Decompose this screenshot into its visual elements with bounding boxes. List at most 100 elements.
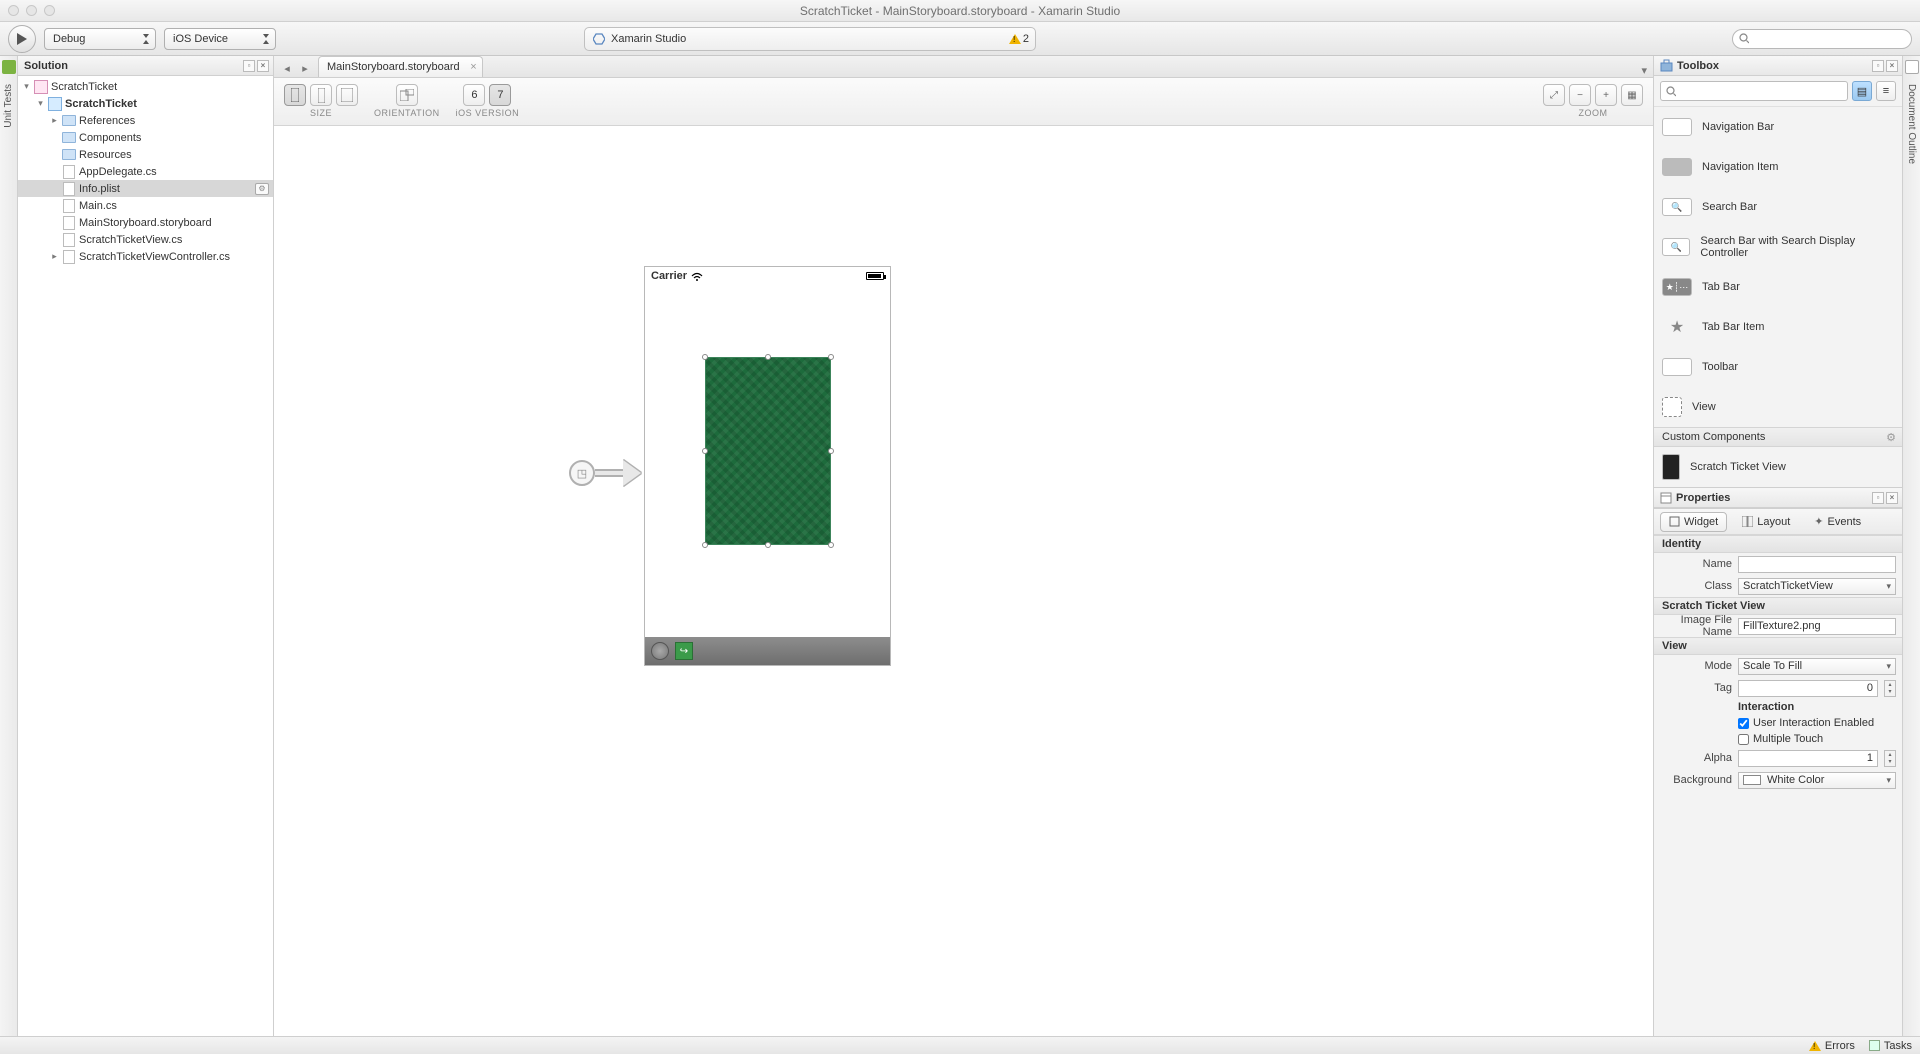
file-scratchticketview[interactable]: ScratchTicketView.cs xyxy=(18,231,273,248)
toolbox-search-input[interactable] xyxy=(1680,85,1842,97)
pad-autohide-button[interactable]: ▫ xyxy=(243,60,255,72)
disclosure-icon[interactable]: ▾ xyxy=(22,81,31,92)
run-button[interactable] xyxy=(8,25,36,53)
toolbox-view-large-button[interactable]: ▤ xyxy=(1852,81,1872,101)
view-controller-scene[interactable]: Carrier xyxy=(644,266,891,666)
size-iphone-button[interactable] xyxy=(284,84,306,106)
toolbox-item-search-bar[interactable]: 🔍Search Bar xyxy=(1654,187,1902,227)
toolbox-search[interactable] xyxy=(1660,81,1848,101)
tabbar-thumb-icon: ★┊⋯ xyxy=(1662,278,1692,296)
tab-label: MainStoryboard.storyboard xyxy=(327,61,460,73)
unit-tests-pad-button[interactable] xyxy=(2,60,16,74)
properties-body: Widget Layout ✦ Events Identity Name Cla… xyxy=(1654,508,1902,1036)
tab-storyboard[interactable]: MainStoryboard.storyboard × xyxy=(318,56,483,77)
file-icon xyxy=(62,250,76,264)
file-infoplist[interactable]: Info.plist ⚙ xyxy=(18,180,273,197)
toolbox-item-toolbar[interactable]: Toolbar xyxy=(1654,347,1902,387)
pad-autohide-button[interactable]: ▫ xyxy=(1872,492,1884,504)
project-node[interactable]: ▾ ScratchTicket xyxy=(18,95,273,112)
pad-autohide-button[interactable]: ▫ xyxy=(1872,60,1884,72)
pad-close-button[interactable]: × xyxy=(1886,60,1898,72)
toolbox-view-compact-button[interactable]: ≡ xyxy=(1876,81,1896,101)
pad-close-button[interactable]: × xyxy=(257,60,269,72)
file-appdelegate[interactable]: AppDelegate.cs xyxy=(18,163,273,180)
pad-close-button[interactable]: × xyxy=(1886,492,1898,504)
scene-dock[interactable]: ↪ xyxy=(645,637,890,665)
warning-count: 2 xyxy=(1023,33,1029,45)
name-input[interactable] xyxy=(1738,556,1896,573)
global-search-input[interactable] xyxy=(1753,33,1905,45)
user-interaction-checkbox[interactable] xyxy=(1738,718,1749,729)
nav-back-button[interactable]: ◂ xyxy=(278,59,296,77)
solution-node[interactable]: ▾ ScratchTicket xyxy=(18,78,273,95)
ios6-button[interactable]: 6 xyxy=(463,84,485,106)
zoom-in-button[interactable]: + xyxy=(1595,84,1617,106)
row-interaction-header: Interaction xyxy=(1654,699,1902,715)
row-background: Background White Color xyxy=(1654,769,1902,791)
alpha-stepper[interactable]: ▴▾ xyxy=(1884,750,1896,767)
tab-widget[interactable]: Widget xyxy=(1660,512,1727,532)
global-search[interactable] xyxy=(1732,29,1912,49)
file-options-button[interactable]: ⚙ xyxy=(255,182,269,195)
zoom-fit-button[interactable]: ⤢ xyxy=(1543,84,1565,106)
toolbox-item-search-display[interactable]: 🔍Search Bar with Search Display Controll… xyxy=(1654,227,1902,267)
toolbox-item-scratch-ticket-view[interactable]: Scratch Ticket View xyxy=(1654,447,1902,487)
disclosure-icon[interactable]: ▸ xyxy=(50,251,59,262)
tag-stepper[interactable]: ▴▾ xyxy=(1884,680,1896,697)
disclosure-icon[interactable]: ▾ xyxy=(36,98,45,109)
ios7-button[interactable]: 7 xyxy=(489,84,511,106)
search-icon xyxy=(1666,86,1676,97)
view-controller-dock-icon[interactable] xyxy=(651,642,669,660)
size-iphone-tall-button[interactable] xyxy=(310,84,332,106)
toolbox-item-tab-bar-item[interactable]: ★Tab Bar Item xyxy=(1654,307,1902,347)
tasks-icon xyxy=(1869,1040,1880,1051)
status-display: Xamarin Studio 2 xyxy=(584,27,1036,51)
toolbox-item-navigation-item[interactable]: Navigation Item xyxy=(1654,147,1902,187)
scratch-ticket-view[interactable] xyxy=(705,357,831,545)
file-viewcontroller[interactable]: ▸ ScratchTicketViewController.cs xyxy=(18,248,273,265)
target-device-select[interactable]: iOS Device xyxy=(164,28,276,50)
properties-tabs: Widget Layout ✦ Events xyxy=(1654,509,1902,535)
file-main[interactable]: Main.cs xyxy=(18,197,273,214)
initial-view-controller-arrow[interactable]: ◳ xyxy=(569,460,641,486)
orientation-button[interactable] xyxy=(396,84,418,106)
tab-events[interactable]: ✦ Events xyxy=(1805,512,1870,532)
zoom-actual-button[interactable]: ▦ xyxy=(1621,84,1643,106)
tab-close-button[interactable]: × xyxy=(470,61,476,73)
background-select[interactable]: White Color xyxy=(1738,772,1896,789)
errors-pad-button[interactable]: Errors xyxy=(1809,1040,1855,1052)
configuration-select[interactable]: Debug xyxy=(44,28,156,50)
multiple-touch-checkbox[interactable] xyxy=(1738,734,1749,745)
file-storyboard[interactable]: MainStoryboard.storyboard xyxy=(18,214,273,231)
toolbox-item-view[interactable]: View xyxy=(1654,387,1902,427)
wifi-icon xyxy=(691,272,703,281)
alpha-input[interactable]: 1 xyxy=(1738,750,1878,767)
image-file-input[interactable]: FillTexture2.png xyxy=(1738,618,1896,635)
toolbox-section-custom[interactable]: Custom Components ⚙ xyxy=(1654,427,1902,447)
zoom-out-button[interactable]: − xyxy=(1569,84,1591,106)
device-view[interactable] xyxy=(645,285,890,637)
status-warnings[interactable]: 2 xyxy=(1009,33,1029,45)
size-ipad-button[interactable] xyxy=(336,84,358,106)
designer-canvas[interactable]: ◳ Carrier xyxy=(274,126,1653,1036)
tab-layout[interactable]: Layout xyxy=(1733,512,1799,532)
toolbox-list[interactable]: Navigation Bar Navigation Item 🔍Search B… xyxy=(1654,107,1902,487)
nav-forward-button[interactable]: ▸ xyxy=(296,59,314,77)
document-outline-pad-button[interactable] xyxy=(1905,60,1919,74)
exit-dock-icon[interactable]: ↪ xyxy=(675,642,693,660)
mode-select[interactable]: Scale To Fill xyxy=(1738,658,1896,675)
solution-tree[interactable]: ▾ ScratchTicket ▾ ScratchTicket ▸ Refere… xyxy=(18,76,273,1036)
window-titlebar: ScratchTicket - MainStoryboard.storyboar… xyxy=(0,0,1920,22)
tag-input[interactable]: 0 xyxy=(1738,680,1878,697)
folder-references[interactable]: ▸ References xyxy=(18,112,273,129)
toolbox-item-navigation-bar[interactable]: Navigation Bar xyxy=(1654,107,1902,147)
play-icon xyxy=(17,33,27,45)
tasks-pad-button[interactable]: Tasks xyxy=(1869,1040,1912,1052)
folder-components[interactable]: Components xyxy=(18,129,273,146)
toolbox-item-tab-bar[interactable]: ★┊⋯Tab Bar xyxy=(1654,267,1902,307)
tab-overflow-button[interactable]: ▾ xyxy=(1641,64,1647,77)
disclosure-icon[interactable]: ▸ xyxy=(50,115,59,126)
folder-resources[interactable]: Resources xyxy=(18,146,273,163)
class-select[interactable]: ScratchTicketView xyxy=(1738,578,1896,595)
gear-icon[interactable]: ⚙ xyxy=(1886,431,1896,444)
